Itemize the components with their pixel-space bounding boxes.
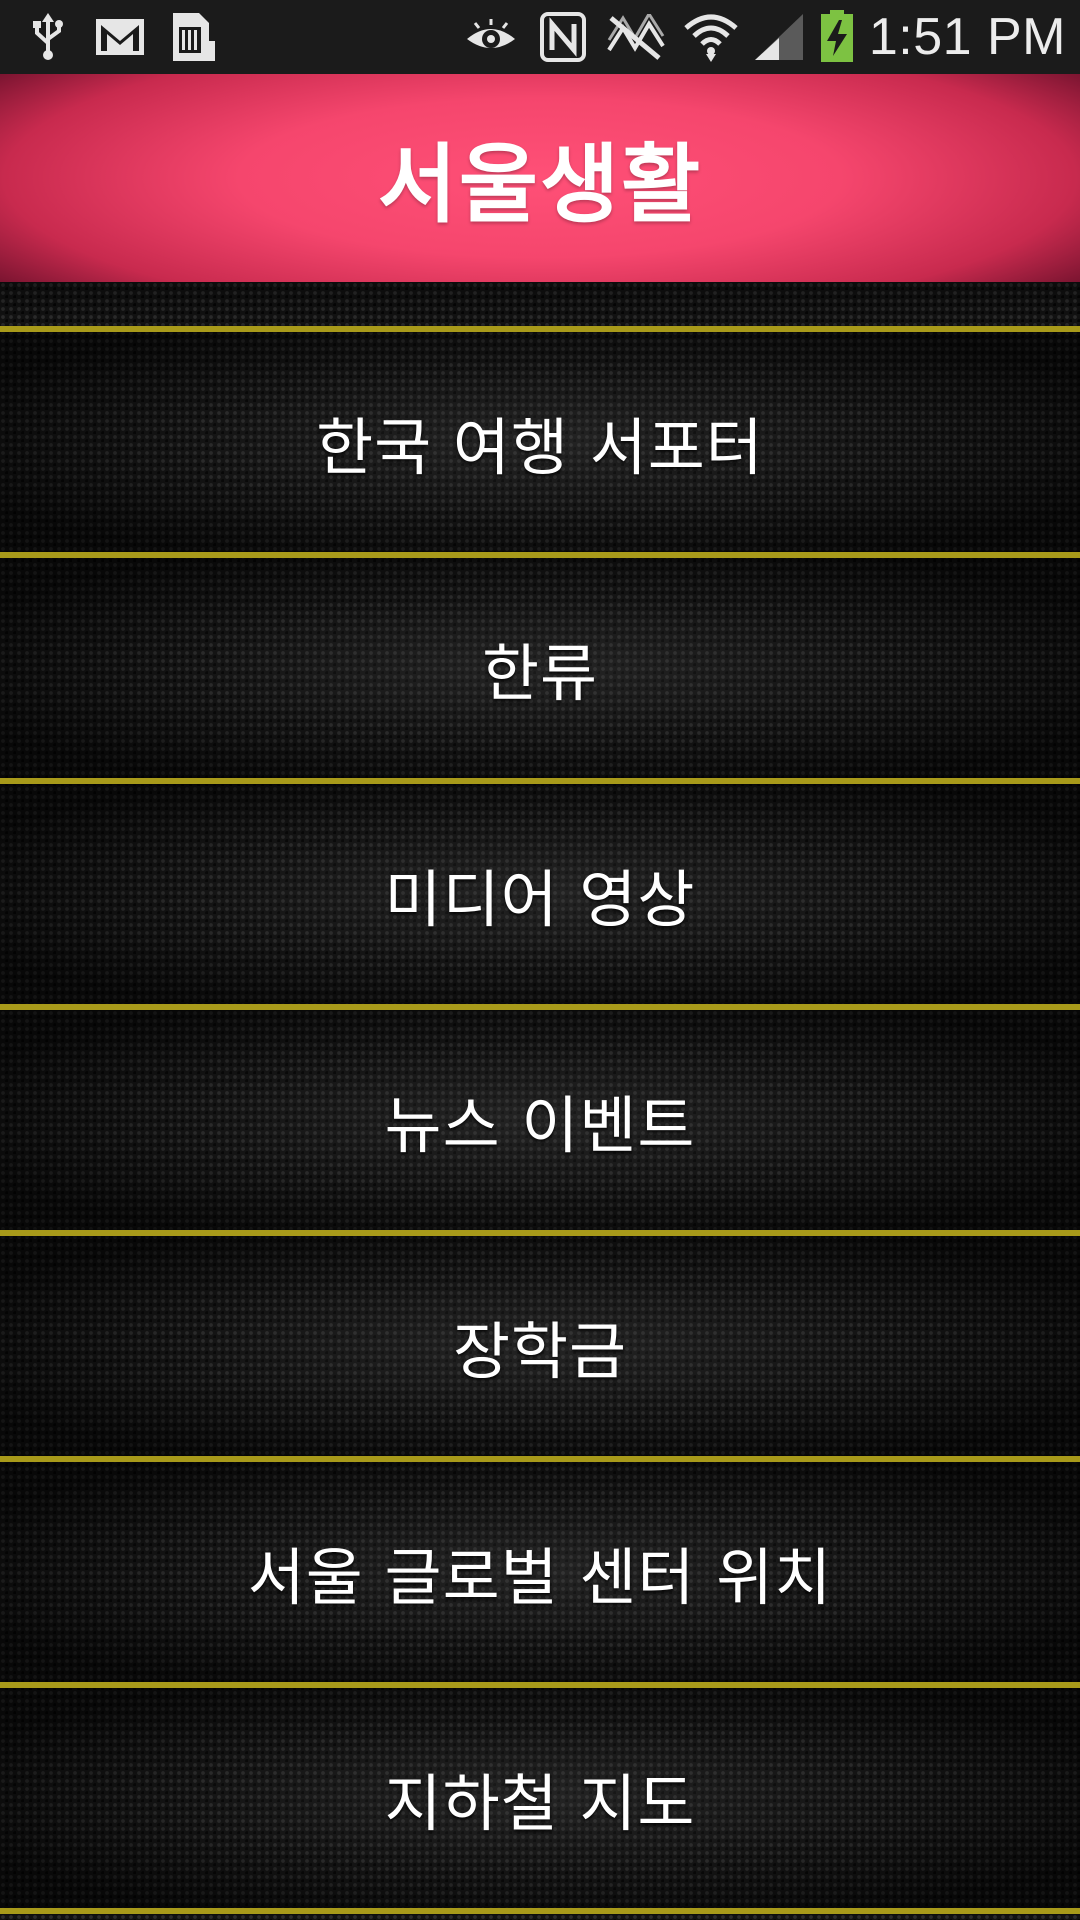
usb-icon — [26, 10, 70, 64]
menu-item-scholarship[interactable]: 장학금 — [0, 1236, 1080, 1456]
menu-item-label: 한류 — [481, 637, 599, 710]
gmail-icon — [92, 10, 148, 64]
battery-charging-icon — [818, 10, 856, 64]
menu-item-news-events[interactable]: 뉴스 이벤트 — [0, 1010, 1080, 1230]
nfc-icon — [538, 10, 588, 64]
menu-item-label: 미디어 영상 — [384, 863, 696, 936]
status-time: 1:51 PM — [868, 8, 1066, 66]
menu-item-label: 한국 여행 서포터 — [316, 411, 764, 484]
menu-item-label: 지하철 지도 — [384, 1767, 696, 1840]
menu-item-subway-map[interactable]: 지하철 지도 — [0, 1688, 1080, 1908]
sd-card-icon — [166, 10, 218, 64]
menu-item-media-video[interactable]: 미디어 영상 — [0, 784, 1080, 1004]
menu-item-hallyu[interactable]: 한류 — [0, 558, 1080, 778]
menu-top-strip — [0, 282, 1080, 324]
muted-signal-icon — [604, 10, 668, 64]
app-screen: 1:51 PM 서울생활 한국 여행 서포터 한류 미디어 영상 뉴스 이벤트 … — [0, 0, 1080, 1920]
menu-divider — [0, 1908, 1080, 1914]
eye-icon — [464, 10, 518, 64]
app-header: 서울생활 — [0, 74, 1080, 282]
menu-item-korea-travel-supporter[interactable]: 한국 여행 서포터 — [0, 332, 1080, 552]
wifi-icon — [680, 10, 742, 64]
menu-item-label: 뉴스 이벤트 — [384, 1089, 696, 1162]
menu-item-global-center-location[interactable]: 서울 글로벌 센터 위치 — [0, 1462, 1080, 1682]
menu-list: 한국 여행 서포터 한류 미디어 영상 뉴스 이벤트 장학금 서울 글로벌 센터… — [0, 282, 1080, 1920]
app-title: 서울생활 — [377, 134, 703, 235]
cell-signal-icon — [752, 10, 806, 64]
menu-item-label: 서울 글로벌 센터 위치 — [247, 1541, 833, 1614]
menu-item-label: 장학금 — [452, 1315, 628, 1388]
status-bar: 1:51 PM — [0, 0, 1080, 74]
